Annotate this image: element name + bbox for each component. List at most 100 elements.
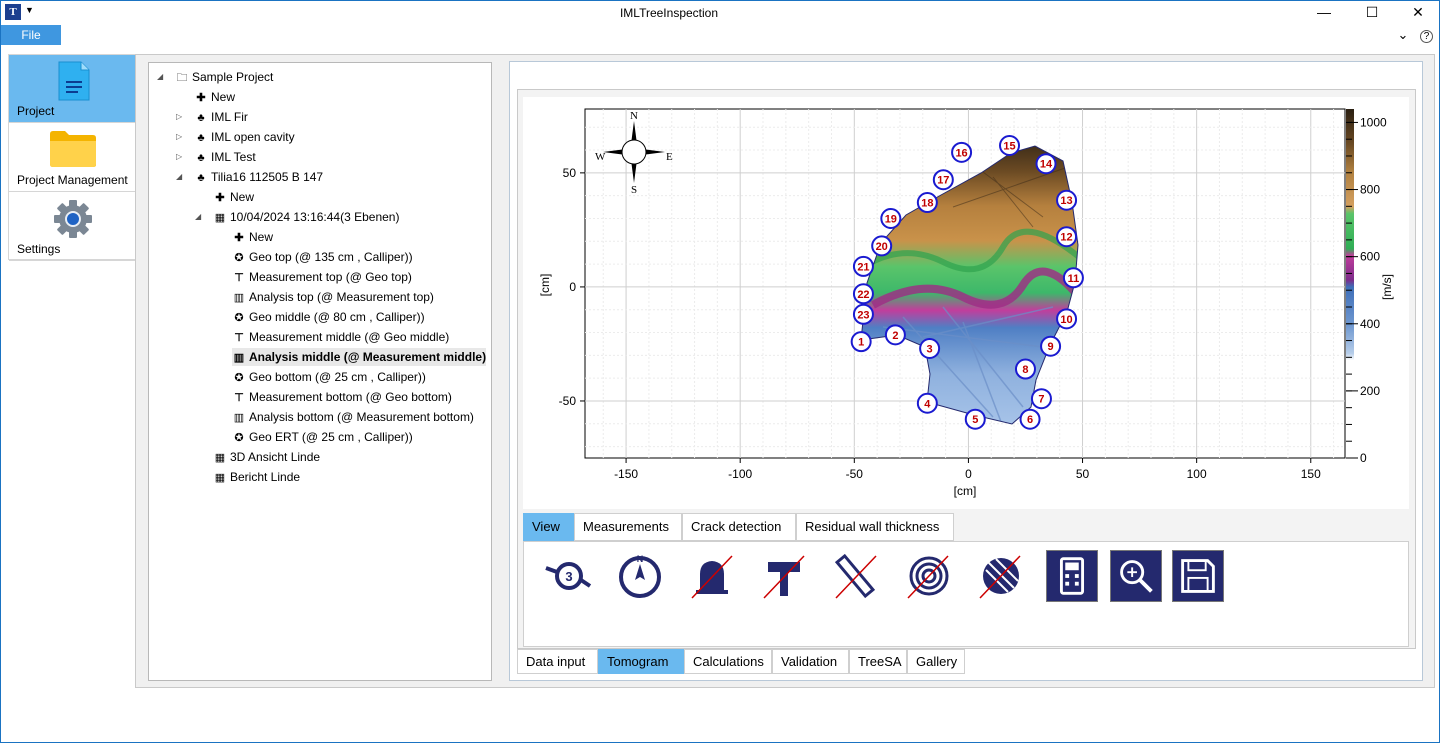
colorbar-tick-label: 600: [1360, 250, 1380, 264]
sensor-label: 18: [921, 198, 933, 210]
sensor-marker[interactable]: 16: [951, 141, 973, 163]
sensor-marker[interactable]: 11: [1062, 267, 1084, 289]
nav-item-project[interactable]: Project: [9, 55, 136, 123]
collapse-triangle-icon[interactable]: ◢: [176, 168, 182, 186]
sensor-marker[interactable]: 9: [1040, 335, 1062, 357]
tree-node-analysis-selected[interactable]: ▥ Analysis middle (@ Measurement middle): [232, 348, 486, 366]
nav-item-settings[interactable]: Settings: [9, 193, 136, 261]
tab-residual-wall-thickness[interactable]: Residual wall thickness: [796, 513, 954, 541]
bell-off-icon[interactable]: [686, 550, 738, 602]
sensor-marker[interactable]: 4: [916, 392, 938, 414]
file-menu[interactable]: File: [1, 25, 61, 45]
sensor-marker[interactable]: 21: [852, 255, 874, 277]
tab-data-input[interactable]: Data input: [517, 649, 598, 674]
save-icon[interactable]: [1172, 550, 1224, 602]
tree-node-new[interactable]: ✚ New: [232, 228, 273, 246]
sensor-label: 22: [857, 289, 869, 301]
sensor-marker[interactable]: 1: [850, 331, 872, 353]
sensor-marker[interactable]: 6: [1019, 408, 1041, 430]
x-tick-label: 100: [1187, 467, 1207, 481]
sensor-marker[interactable]: 2: [884, 324, 906, 346]
tree-node-tree[interactable]: ▷ ♣ IML Fir: [176, 108, 248, 126]
expand-triangle-icon[interactable]: ▷: [176, 128, 182, 146]
tree-node-geometry[interactable]: ✪ Geo top (@ 135 cm , Calliper)): [232, 248, 412, 266]
tab-treesa[interactable]: TreeSA: [849, 649, 907, 674]
sensor-marker[interactable]: 5: [964, 408, 986, 430]
compass-icon[interactable]: N: [614, 550, 666, 602]
tree-node-measurement[interactable]: ⊤ Measurement middle (@ Geo middle): [232, 328, 449, 346]
expand-triangle-icon[interactable]: ▷: [176, 148, 182, 166]
sensor-marker[interactable]: 17: [932, 169, 954, 191]
tree-node-tree[interactable]: ▷ ♣ IML open cavity: [176, 128, 295, 146]
nav-item-project-management[interactable]: Project Management: [9, 124, 136, 192]
sensor-label: 20: [876, 241, 888, 253]
hammer-off-icon[interactable]: [758, 550, 810, 602]
sensor-marker[interactable]: 22: [852, 283, 874, 305]
close-button[interactable]: ✕: [1395, 1, 1440, 25]
tree-node-new[interactable]: ✚ New: [213, 188, 254, 206]
collapse-triangle-icon[interactable]: ◢: [157, 68, 163, 86]
sensor-label: 10: [1060, 314, 1072, 326]
tree-node-tree[interactable]: ▷ ♣ IML Test: [176, 148, 256, 166]
ruler-off-icon[interactable]: [830, 550, 882, 602]
bar-chart-icon: ▥: [233, 412, 245, 424]
compass-west-label: W: [595, 151, 606, 163]
tomogram-plot[interactable]: -150 -100 -50 0 50 100 150500-50 12345 67891011…: [523, 97, 1409, 509]
tree-icon: ♣: [197, 172, 205, 184]
tab-tomogram[interactable]: Tomogram: [598, 649, 684, 674]
tree-node-measurement[interactable]: ⊤ Measurement bottom (@ Geo bottom): [232, 388, 452, 406]
project-tree: ◢ 🗀 Sample Project ✚ New ▷ ♣ IML Fir ▷ ♣ IML o…: [148, 62, 492, 681]
grid-table-icon: ▦: [214, 212, 226, 224]
tab-gallery[interactable]: Gallery: [907, 649, 965, 674]
collapse-triangle-icon[interactable]: ◢: [195, 208, 201, 226]
tree-node-measurement[interactable]: ⊤ Measurement top (@ Geo top): [232, 268, 412, 286]
tree-node-geometry[interactable]: ✪ Geo middle (@ 80 cm , Calliper)): [232, 308, 424, 326]
sensor-marker[interactable]: 13: [1056, 189, 1078, 211]
tab-measurements[interactable]: Measurements: [574, 513, 682, 541]
zoom-icon[interactable]: [1110, 550, 1162, 602]
tree-node-tree[interactable]: ◢ ♣ Tilia16 112505 B 147: [176, 168, 323, 186]
tree-node-3d-view[interactable]: ▦ 3D Ansicht Linde: [213, 448, 320, 466]
tree-node-new[interactable]: ✚ New: [194, 88, 235, 106]
sensor-marker[interactable]: 10: [1056, 308, 1078, 330]
sensor-number-icon[interactable]: 3: [542, 550, 594, 602]
tree-node-geometry[interactable]: ✪ Geo bottom (@ 25 cm , Calliper)): [232, 368, 426, 386]
tab-validation[interactable]: Validation: [772, 649, 849, 674]
view-toolbox: 3 N: [523, 541, 1409, 647]
sensor-marker[interactable]: 3: [919, 338, 941, 360]
svg-text:3: 3: [565, 569, 572, 584]
sensor-label: 2: [892, 330, 898, 342]
sensor-marker[interactable]: 23: [852, 303, 874, 325]
sensor-marker[interactable]: 7: [1030, 388, 1052, 410]
sensor-marker[interactable]: 18: [916, 192, 938, 214]
x-tick-label: -150: [614, 467, 638, 481]
maximize-button[interactable]: ☐: [1349, 1, 1395, 25]
sensor-marker[interactable]: 19: [880, 207, 902, 229]
collapse-ribbon-icon[interactable]: ⌄: [1397, 27, 1408, 42]
sensor-marker[interactable]: 12: [1056, 226, 1078, 248]
sensor-marker[interactable]: 14: [1035, 153, 1057, 175]
sensor-label: 4: [924, 398, 931, 410]
tree-node-analysis[interactable]: ▥ Analysis top (@ Measurement top): [232, 288, 434, 306]
tree-node-root[interactable]: ◢ 🗀 Sample Project: [157, 68, 273, 86]
sensor-marker[interactable]: 15: [999, 134, 1021, 156]
tree-node-session[interactable]: ◢ ▦ 10/04/2024 13:16:44(3 Ebenen): [195, 208, 399, 226]
calculator-icon[interactable]: [1046, 550, 1098, 602]
rings-off-icon[interactable]: [902, 550, 954, 602]
hammer-icon: ⊤: [234, 272, 244, 284]
tab-view[interactable]: View: [523, 513, 574, 541]
sensor-marker[interactable]: 20: [871, 235, 893, 257]
sensor-marker[interactable]: 8: [1014, 358, 1036, 380]
tab-crack-detection[interactable]: Crack detection: [682, 513, 796, 541]
tab-calculations[interactable]: Calculations: [684, 649, 772, 674]
minimize-button[interactable]: —: [1301, 1, 1347, 25]
hatch-off-icon[interactable]: [974, 550, 1026, 602]
hammer-icon: ⊤: [234, 332, 244, 344]
tree-node-report[interactable]: ▦ Bericht Linde: [213, 468, 300, 486]
tree-node-analysis[interactable]: ▥ Analysis bottom (@ Measurement bottom): [232, 408, 474, 426]
expand-triangle-icon[interactable]: ▷: [176, 108, 182, 126]
help-icon[interactable]: ?: [1420, 30, 1433, 43]
app-window: T ▼ IMLTreeInspection — ☐ ✕ File ⌄ ? Pro…: [0, 0, 1440, 743]
tree-node-geometry[interactable]: ✪ Geo ERT (@ 25 cm , Calliper)): [232, 428, 412, 446]
title-bar: T ▼ IMLTreeInspection — ☐ ✕: [1, 1, 1439, 25]
